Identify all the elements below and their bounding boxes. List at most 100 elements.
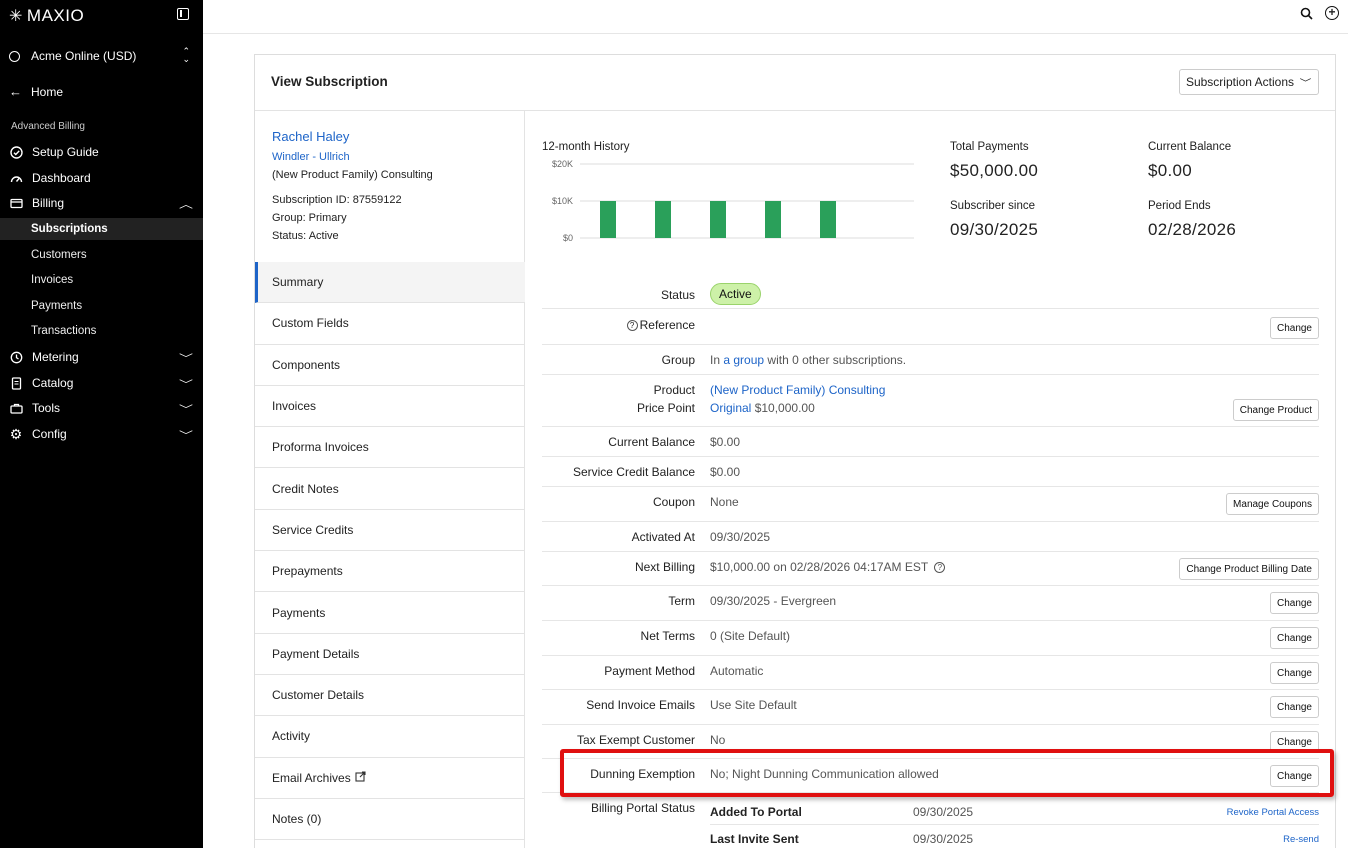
y-tick-label: $10K	[552, 196, 573, 206]
price-point-amount: $10,000.00	[754, 401, 815, 415]
tab-label: Service Credits	[272, 522, 354, 537]
activated-value: 09/30/2025	[710, 530, 771, 544]
price-point-link[interactable]: Original	[710, 401, 751, 415]
nav-config[interactable]: ⚙ Config ﹀	[0, 422, 203, 446]
nav-catalog[interactable]: Catalog ﹀	[0, 371, 203, 395]
tab-label: Summary	[272, 275, 324, 290]
sidebar: ✳ MAXIO Acme Online (USD) ⌃ ⌄ ← Home Adva…	[0, 0, 203, 848]
nav-metering[interactable]: Metering ﹀	[0, 345, 203, 369]
nav-subscriptions[interactable]: Subscriptions	[0, 218, 203, 240]
group-row: Group In a group with 0 other subscripti…	[542, 345, 1319, 375]
site-circle-icon	[9, 50, 20, 62]
term-row: Term 09/30/2025 - Evergreen Change	[542, 586, 1319, 621]
help-icon[interactable]: ?	[934, 562, 946, 573]
service-credit-value: $0.00	[710, 465, 741, 479]
brand-name: MAXIO	[26, 6, 85, 25]
tab-components[interactable]: Components	[255, 345, 525, 386]
search-icon[interactable]	[1300, 7, 1313, 23]
added-portal-label: Added To Portal	[710, 805, 802, 819]
section-label: Advanced Billing	[11, 121, 85, 132]
term-change-button[interactable]: Change	[1269, 592, 1319, 614]
nav-dashboard[interactable]: Dashboard	[0, 166, 203, 190]
customer-name-link[interactable]: Rachel Haley	[272, 129, 349, 144]
payment-method-change-button[interactable]: Change	[1269, 662, 1319, 684]
tab-label: Custom Fields	[272, 316, 349, 331]
tab-activity[interactable]: Activity	[255, 716, 525, 758]
change-billing-date-button[interactable]: Change Product Billing Date	[1179, 558, 1319, 580]
top-bar: +	[203, 0, 1348, 34]
group-link[interactable]: a group	[723, 353, 764, 367]
term-label: Term	[668, 594, 695, 608]
tab-summary[interactable]: Summary	[255, 262, 525, 304]
product-row: Product Price Point (New Product Family)…	[542, 375, 1319, 427]
subscription-id: Subscription ID: 87559122	[272, 194, 402, 206]
tax-exempt-label: Tax Exempt Customer	[576, 733, 695, 747]
resend-link[interactable]: Re-send	[1283, 834, 1319, 845]
product-link[interactable]: (New Product Family) Consulting	[710, 383, 885, 397]
help-icon[interactable]: ?	[626, 320, 638, 331]
history-bar[interactable]	[655, 201, 671, 238]
current-balance-row-value: $0.00	[710, 435, 741, 449]
tab-proforma-invoices[interactable]: Proforma Invoices	[255, 427, 525, 469]
page-title: View Subscription	[271, 74, 388, 89]
coupon-value: None	[710, 495, 739, 509]
tab-custom-fields[interactable]: Custom Fields	[255, 303, 525, 345]
nav-payments[interactable]: Payments	[0, 295, 203, 317]
tab-payments[interactable]: Payments	[255, 592, 525, 634]
current-balance-row-label: Current Balance	[608, 435, 695, 449]
history-bar[interactable]	[765, 201, 781, 238]
collapse-sidebar-icon[interactable]	[177, 8, 189, 20]
portal-divider	[710, 824, 1319, 825]
nav-label: Dashboard	[32, 171, 91, 185]
nav-label: Metering	[32, 350, 79, 364]
organization-link[interactable]: Windler - Ullrich	[272, 151, 350, 163]
add-circle-icon[interactable]: +	[1325, 6, 1339, 20]
status-badge: Active	[710, 283, 761, 305]
history-bar[interactable]	[820, 201, 836, 238]
history-bar[interactable]	[600, 201, 616, 238]
tab-label: Email Archives	[272, 770, 351, 785]
maxio-logo[interactable]: ✳ MAXIO	[9, 6, 84, 26]
tab-notes[interactable]: Notes (0)	[255, 799, 525, 841]
product-label: Product	[653, 383, 695, 397]
nav-billing[interactable]: Billing ︿	[0, 191, 203, 215]
left-column: Rachel Haley Windler - Ullrich (New Prod…	[255, 111, 525, 848]
subscription-status: Status: Active	[272, 230, 339, 242]
change-product-button[interactable]: Change Product	[1232, 399, 1319, 421]
nav-setup-guide[interactable]: Setup Guide	[0, 140, 203, 164]
nav-tools[interactable]: Tools ﹀	[0, 396, 203, 420]
tab-email-archives[interactable]: Email Archives	[255, 758, 525, 799]
nav-customers[interactable]: Customers	[0, 244, 203, 266]
nav-label: Catalog	[32, 376, 74, 390]
last-invite-value: 09/30/2025	[913, 832, 974, 846]
send-invoice-label: Send Invoice Emails	[586, 698, 695, 712]
tab-customer-details[interactable]: Customer Details	[255, 675, 525, 717]
arrow-left-icon: ←	[9, 84, 22, 99]
tab-invoices[interactable]: Invoices	[255, 386, 525, 428]
tab-prepayments[interactable]: Prepayments	[255, 551, 525, 593]
reference-change-button[interactable]: Change	[1269, 317, 1319, 339]
y-tick-label: $20K	[552, 159, 573, 169]
manage-coupons-button[interactable]: Manage Coupons	[1226, 493, 1319, 515]
tab-label: Notes (0)	[272, 812, 322, 826]
activated-row: Activated At 09/30/2025	[542, 522, 1319, 552]
tab-credit-notes[interactable]: Credit Notes	[255, 468, 525, 510]
subscriber-since-label: Subscriber since	[950, 200, 1036, 212]
chevron-down-icon: ﹀	[179, 380, 193, 391]
gauge-icon	[9, 171, 23, 185]
history-bar[interactable]	[710, 201, 726, 238]
nav-transactions[interactable]: Transactions	[0, 320, 203, 342]
credit-card-icon	[9, 196, 23, 210]
net-terms-change-button[interactable]: Change	[1269, 627, 1319, 649]
nav-invoices[interactable]: Invoices	[0, 269, 203, 291]
send-invoice-change-button[interactable]: Change	[1269, 696, 1319, 718]
subscription-actions-button[interactable]: Subscription Actions ﹀	[1178, 69, 1319, 95]
revoke-portal-link[interactable]: Revoke Portal Access	[1227, 807, 1319, 818]
tab-payment-details[interactable]: Payment Details	[255, 634, 525, 675]
price-point-value: Original $10,000.00	[710, 401, 815, 415]
home-link[interactable]: ← Home	[9, 84, 63, 99]
status-label: Status	[660, 288, 695, 302]
tab-service-credits[interactable]: Service Credits	[255, 510, 525, 552]
coupon-row: Coupon None Manage Coupons	[542, 487, 1319, 522]
site-switcher[interactable]: Acme Online (USD) ⌃ ⌄	[9, 47, 194, 65]
